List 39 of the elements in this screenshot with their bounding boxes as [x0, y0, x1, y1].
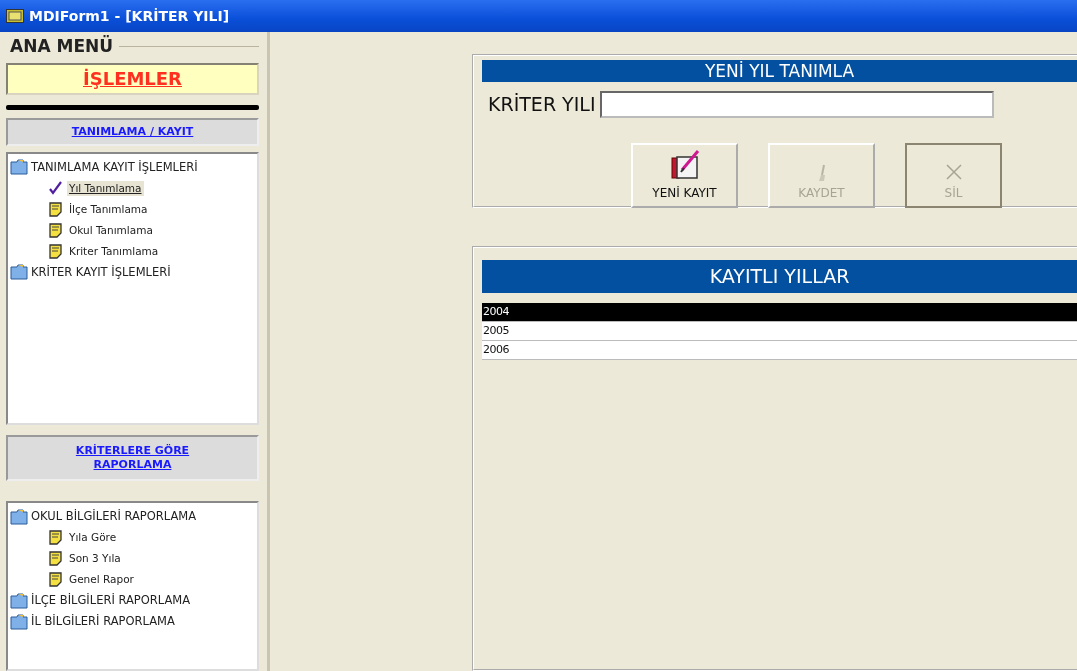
pen-icon: [817, 163, 826, 182]
field-label: KRİTER YILI: [488, 92, 596, 117]
folder-icon: [10, 592, 28, 609]
panel-title-bar: YENİ YIL TANIMLA: [482, 60, 1077, 82]
note-icon: [48, 243, 63, 259]
close-icon: [943, 161, 964, 182]
panel-title-bar: KAYITLI YILLAR: [482, 260, 1077, 293]
note-icon: [48, 530, 63, 546]
panel-link[interactable]: TANIMLAMA / KAYIT: [71, 124, 194, 140]
tree-item[interactable]: Kriter Tanımlama: [67, 243, 161, 260]
checkmark-icon: [48, 180, 63, 196]
tree-item[interactable]: Okul Tanımlama: [67, 222, 155, 239]
folder-icon: [6, 9, 24, 23]
note-icon: [48, 572, 63, 588]
tree-item[interactable]: Yıl Tanımlama: [67, 180, 144, 197]
tree-item[interactable]: İlçe Tanımlama: [67, 201, 150, 218]
tree-item[interactable]: Genel Rapor: [67, 571, 136, 588]
list-row[interactable]: 2006: [482, 341, 1077, 360]
year-input-field[interactable]: [599, 90, 994, 118]
section-title: İŞLEMLER: [83, 67, 182, 92]
tree-item[interactable]: Son 3 Yıla: [67, 550, 123, 567]
panel-link[interactable]: KRİTERLERE GÖRE RAPORLAMA: [58, 444, 207, 473]
folder-icon: [10, 613, 28, 630]
toolbar-button[interactable]: YENİ KAYIT: [631, 142, 738, 208]
list-row[interactable]: 2004: [482, 303, 1077, 322]
tree-node[interactable]: OKUL BİLGİLERİ RAPORLAMA: [10, 506, 255, 528]
tree-item[interactable]: Yıla Göre: [67, 529, 119, 546]
tree-node[interactable]: TANIMLAMA KAYIT İŞLEMLERİ: [10, 156, 255, 178]
tree-node[interactable]: KRİTER KAYIT İŞLEMLERİ: [10, 261, 255, 283]
list-row[interactable]: 2005: [482, 322, 1077, 341]
note-icon: [48, 201, 63, 217]
tree-node[interactable]: İLÇE BİLGİLERİ RAPORLAMA: [10, 590, 255, 612]
folder-icon: [10, 508, 28, 525]
tree-node[interactable]: İL BİLGİLERİ RAPORLAMA: [10, 611, 255, 633]
note-icon: [48, 551, 63, 567]
window-title: MDIForm1 - [KRİTER YILI]: [29, 6, 230, 26]
folder-icon: [10, 264, 28, 281]
folder-icon: [10, 159, 28, 176]
note-icon: [48, 222, 63, 238]
